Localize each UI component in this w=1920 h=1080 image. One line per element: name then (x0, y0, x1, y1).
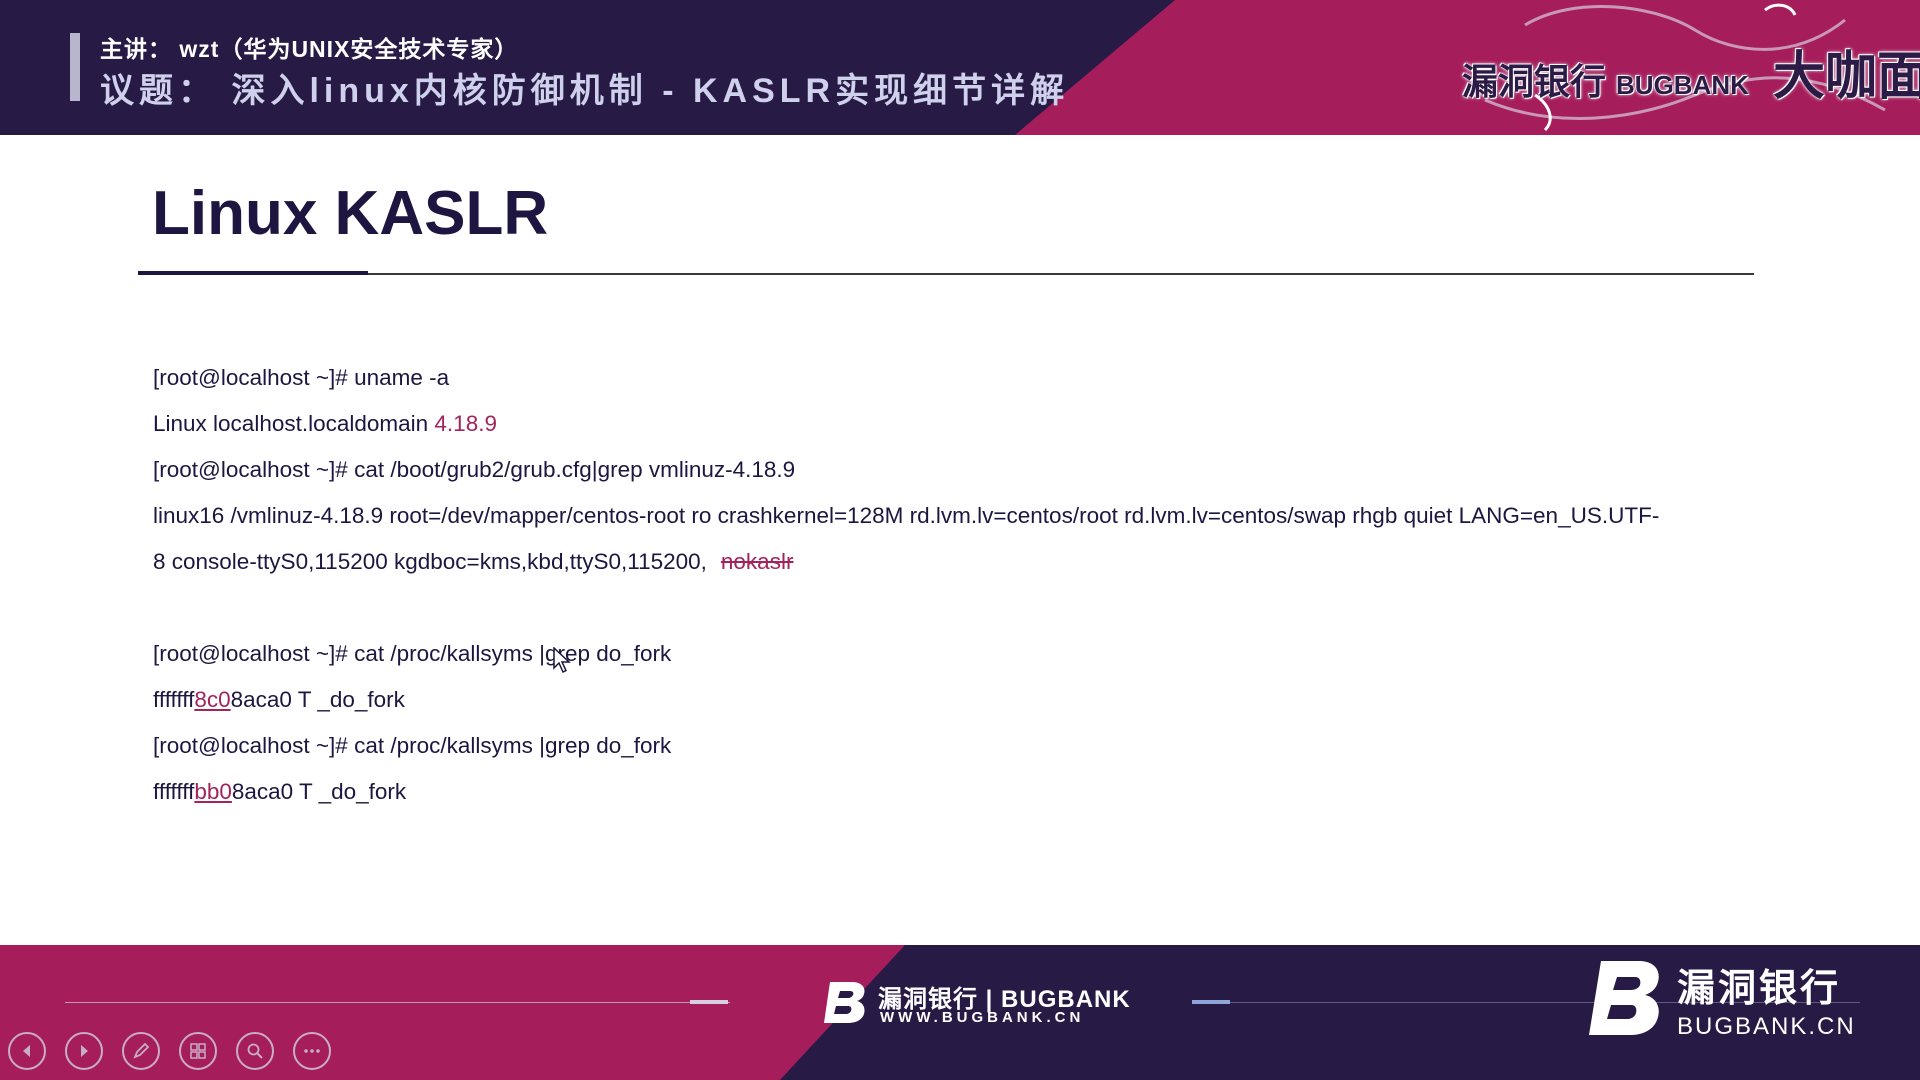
more-button[interactable] (293, 1032, 331, 1070)
bugbank-domain: BUGBANK.CN (1677, 1013, 1856, 1040)
address-suffix: 8aca0 T _do_fork (231, 779, 407, 804)
console-command: [root@localhost ~]# cat /boot/grub2/grub… (153, 457, 796, 482)
bugbank-cn-name: 漏洞银行 (1677, 968, 1842, 1010)
slide-progress-knob-right (1192, 1000, 1230, 1004)
speaker-line: 主讲： wzt（华为UNIX安全技术专家） (100, 36, 519, 62)
console-command: [root@localhost ~]# cat /proc/kallsyms |… (153, 641, 672, 666)
nokaslr-struck: nokaslr (720, 549, 794, 574)
previous-icon (23, 1045, 30, 1057)
event-brand: 漏洞银行 BUGBANK 大咖面对面 (1462, 34, 1920, 109)
event-brand-en: BUGBANK (1616, 70, 1749, 100)
slide-overview-button[interactable] (179, 1032, 217, 1070)
bugbank-url: WWW.BUGBANK.CN (880, 1009, 1085, 1026)
console-output-line: fffffffbb08aca0 T _do_fork (153, 769, 1753, 815)
console-output-line: fffffff8c08aca0 T _do_fork (153, 677, 1753, 723)
pen-icon (133, 1042, 150, 1059)
event-brand-title: 大咖面对面 (1772, 48, 1920, 106)
title-divider (138, 273, 1754, 275)
bugbank-logo-right: 漏洞银行 BUGBANK.CN (1585, 955, 1885, 1065)
event-brand-cn: 漏洞银行 (1462, 61, 1607, 102)
bugbank-logo-center: 漏洞银行 | BUGBANK WWW.BUGBANK.CN (822, 979, 1130, 1029)
console-output-line: 8 console-ttyS0,115200 kgdboc=kms,kbd,tt… (153, 539, 1753, 585)
kernel-version: 4.18.9 (434, 411, 497, 436)
header-accent-bar (70, 33, 80, 101)
console-command: [root@localhost ~]# cat /proc/kallsyms |… (153, 733, 672, 758)
bugbank-b-logo-icon (1589, 961, 1659, 1035)
console-command: [root@localhost ~]# uname -a (153, 365, 450, 390)
grub-cmdline-tail: 8 console-ttyS0,115200 kgdboc=kms,kbd,tt… (153, 549, 707, 574)
address-random-bits: 8c0 (194, 687, 231, 712)
address-suffix: 8aca0 T _do_fork (230, 687, 405, 712)
top-banner: 主讲： wzt（华为UNIX安全技术专家） 议题： 深入linux内核防御机制 … (0, 0, 1920, 135)
zoom-icon (247, 1043, 263, 1059)
grid-icon (190, 1043, 206, 1059)
zoom-button[interactable] (236, 1032, 274, 1070)
address-prefix: fffffff (153, 779, 195, 804)
slide-progress-knob-left (690, 1000, 728, 1004)
address-prefix: fffffff (153, 687, 195, 712)
next-slide-button[interactable] (65, 1032, 103, 1070)
mouse-cursor-icon (553, 647, 571, 673)
console-output-line: Linux localhost.localdomain 4.18.9 (153, 401, 1753, 447)
address-random-bits: bb0 (194, 779, 232, 804)
bottom-banner: 漏洞银行 | BUGBANK WWW.BUGBANK.CN 漏洞银行 BUGBA… (0, 945, 1920, 1080)
console-output-line: linux16 /vmlinuz-4.18.9 root=/dev/mapper… (153, 503, 1660, 528)
topic-line: 议题： 深入linux内核防御机制 - KASLR实现细节详解 (100, 72, 1070, 110)
console-output: [root@localhost ~]# uname -a Linux local… (153, 355, 1753, 815)
title-divider-accent (138, 271, 368, 275)
uname-output: Linux localhost.localdomain (153, 411, 435, 436)
slide-title: Linux KASLR (152, 179, 549, 248)
slide-progress-track-left (65, 1002, 730, 1003)
pen-button[interactable] (122, 1032, 160, 1070)
more-icon (304, 1049, 320, 1053)
bugbank-b-logo-icon (824, 982, 865, 1023)
next-icon (81, 1045, 88, 1057)
previous-slide-button[interactable] (8, 1032, 46, 1070)
